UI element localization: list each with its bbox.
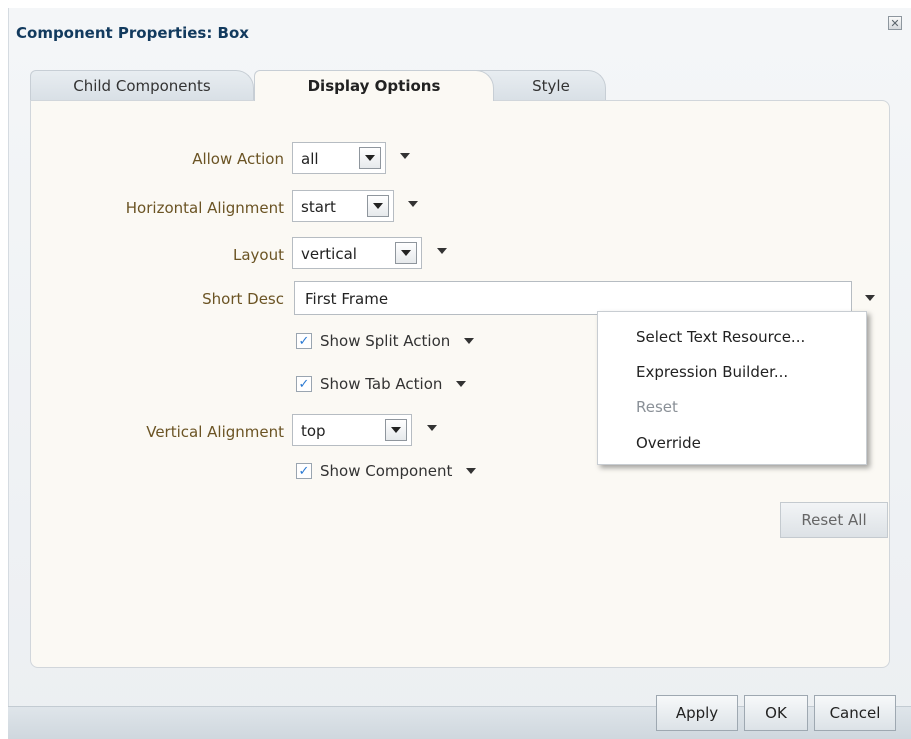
close-icon[interactable]: ✕ [888, 16, 902, 30]
short-desc-input[interactable]: First Frame [294, 281, 852, 315]
short-desc-value: First Frame [305, 290, 389, 308]
dropdown-icon [385, 419, 407, 441]
horizontal-alignment-value: start [301, 198, 336, 216]
checkmark-icon: ✓ [296, 333, 312, 349]
tab-label: Child Components [73, 76, 211, 95]
dropdown-icon [395, 242, 417, 264]
layout-options-icon[interactable] [436, 247, 448, 255]
vertical-alignment-options-icon[interactable] [426, 424, 438, 432]
cancel-button[interactable]: Cancel [814, 695, 896, 731]
checkmark-icon: ✓ [296, 463, 312, 479]
tab-bar: Child Components Style Display Options [30, 70, 890, 101]
short-desc-label: Short Desc [202, 290, 284, 308]
show-split-action-label: Show Split Action [320, 332, 451, 350]
allow-action-value: all [301, 150, 319, 168]
apply-button[interactable]: Apply [656, 695, 738, 731]
tab-label: Style [532, 76, 570, 95]
ok-button[interactable]: OK [744, 695, 808, 731]
dropdown-icon [367, 195, 389, 217]
reset-all-button[interactable]: Reset All [780, 502, 888, 538]
horizontal-alignment-options-icon[interactable] [407, 200, 419, 208]
show-tab-action-checkbox[interactable]: ✓ Show Tab Action [296, 375, 467, 393]
show-split-action-checkbox[interactable]: ✓ Show Split Action [296, 332, 475, 350]
vertical-alignment-label: Vertical Alignment [146, 423, 284, 441]
show-tab-action-label: Show Tab Action [320, 375, 443, 393]
short-desc-options-icon[interactable] [864, 294, 876, 302]
context-menu: Select Text Resource... Expression Build… [597, 311, 867, 465]
layout-label: Layout [233, 246, 284, 264]
allow-action-select[interactable]: all [292, 142, 386, 174]
menu-item-reset[interactable]: Reset [636, 398, 678, 416]
dropdown-icon [359, 147, 381, 169]
vertical-alignment-value: top [301, 422, 326, 440]
dialog-title: Component Properties: Box [16, 24, 249, 42]
allow-action-label: Allow Action [192, 150, 284, 168]
checkmark-icon: ✓ [296, 376, 312, 392]
show-component-options-icon[interactable] [466, 468, 477, 474]
tab-label: Display Options [307, 77, 441, 95]
menu-item-expression-builder[interactable]: Expression Builder... [636, 363, 788, 381]
horizontal-alignment-select[interactable]: start [292, 190, 394, 222]
layout-select[interactable]: vertical [292, 237, 422, 269]
show-component-checkbox[interactable]: ✓ Show Component [296, 462, 477, 480]
allow-action-options-icon[interactable] [399, 152, 411, 160]
horizontal-alignment-label: Horizontal Alignment [125, 199, 284, 217]
tab-child-components[interactable]: Child Components [30, 70, 254, 100]
vertical-alignment-select[interactable]: top [292, 414, 412, 446]
show-component-label: Show Component [320, 462, 453, 480]
show-split-action-options-icon[interactable] [464, 338, 475, 344]
tab-display-options[interactable]: Display Options [254, 70, 494, 101]
show-tab-action-options-icon[interactable] [456, 381, 467, 387]
menu-item-override[interactable]: Override [636, 434, 701, 452]
menu-item-select-text-resource[interactable]: Select Text Resource... [636, 328, 805, 346]
layout-value: vertical [301, 245, 357, 263]
